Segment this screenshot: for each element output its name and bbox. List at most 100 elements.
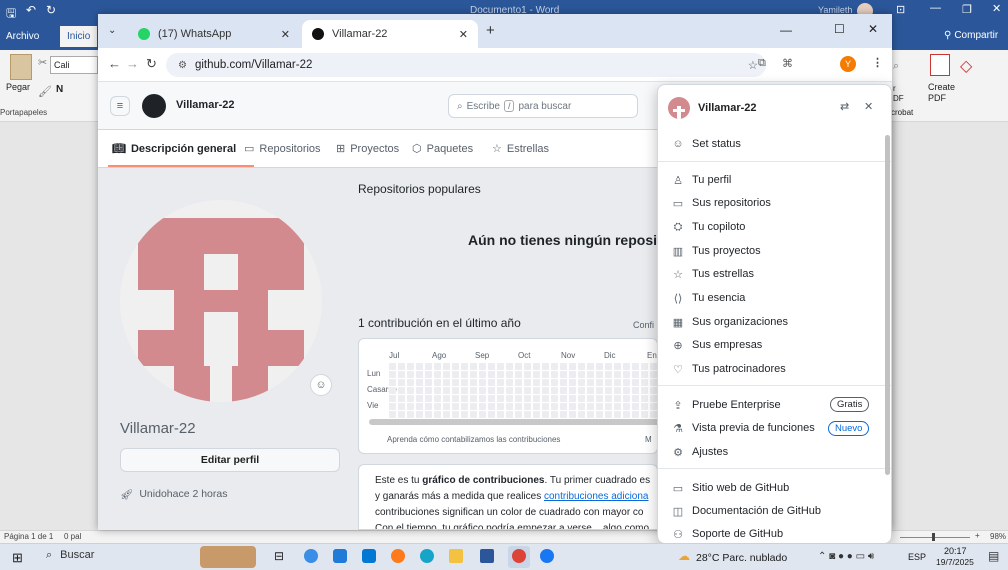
contribution-cell[interactable] <box>434 411 441 418</box>
contribution-cell[interactable] <box>461 379 468 386</box>
contribution-cell[interactable] <box>452 403 459 410</box>
smiley-status-icon[interactable]: ☺ <box>310 374 332 396</box>
contribution-cell[interactable] <box>542 411 549 418</box>
contribution-cell[interactable] <box>524 387 531 394</box>
bold-button[interactable]: N <box>56 84 63 95</box>
contribution-cell[interactable] <box>623 387 630 394</box>
contribution-cell[interactable] <box>560 371 567 378</box>
notifications-icon[interactable]: ▤ <box>988 549 999 563</box>
contribution-cell[interactable] <box>416 371 423 378</box>
contribution-cell[interactable] <box>515 395 522 402</box>
contribution-cell[interactable] <box>443 387 450 394</box>
contribution-cell[interactable] <box>389 371 396 378</box>
contribution-cell[interactable] <box>515 411 522 418</box>
contribution-cell[interactable] <box>434 395 441 402</box>
learn-contributions-link[interactable]: Aprenda cómo contabilizamos las contribu… <box>387 435 560 444</box>
contribution-cell[interactable] <box>569 363 576 370</box>
menu-item-copilot[interactable]: ⛭ Tu copiloto <box>672 218 746 236</box>
menu-item-stars[interactable]: ☆ Tus estrellas <box>672 265 754 283</box>
contribution-cell[interactable] <box>461 387 468 394</box>
contribution-cell[interactable] <box>515 379 522 386</box>
switch-account-icon[interactable]: ⇄ <box>840 100 849 113</box>
contribution-cell[interactable] <box>434 363 441 370</box>
contribution-cell[interactable] <box>560 379 567 386</box>
tab-search-icon[interactable]: ⌄ <box>108 25 116 36</box>
contribution-cell[interactable] <box>560 395 567 402</box>
contribution-cell[interactable] <box>407 411 414 418</box>
contribution-cell[interactable] <box>524 403 531 410</box>
contribution-cell[interactable] <box>587 403 594 410</box>
contribution-cell[interactable] <box>425 387 432 394</box>
contribution-cell[interactable] <box>614 403 621 410</box>
contribution-cell[interactable] <box>578 411 585 418</box>
contribution-cell[interactable] <box>461 395 468 402</box>
create-pdf-label[interactable]: Create PDF <box>928 82 968 104</box>
contribution-cell[interactable] <box>623 395 630 402</box>
contribution-cell[interactable] <box>641 395 648 402</box>
github-logo-icon[interactable] <box>142 94 166 118</box>
contribution-cell[interactable] <box>506 411 513 418</box>
contribution-cell[interactable] <box>443 403 450 410</box>
contribution-cell[interactable] <box>650 379 657 386</box>
contribution-cell[interactable] <box>578 403 585 410</box>
clock-date[interactable]: 19/7/2025 <box>936 557 974 567</box>
contribution-cell[interactable] <box>479 363 486 370</box>
contribution-cell[interactable] <box>497 371 504 378</box>
contribution-cell[interactable] <box>515 371 522 378</box>
contribution-cell[interactable] <box>650 395 657 402</box>
tab-repositories[interactable]: ▭ Repositorios <box>244 142 321 156</box>
contribution-cell[interactable] <box>560 363 567 370</box>
contribution-cell[interactable] <box>533 371 540 378</box>
contribution-cell[interactable] <box>605 363 612 370</box>
contribution-cell[interactable] <box>407 387 414 394</box>
contribution-cell[interactable] <box>551 387 558 394</box>
contribution-cell[interactable] <box>524 395 531 402</box>
contribution-cell[interactable] <box>425 371 432 378</box>
contribution-cell[interactable] <box>569 379 576 386</box>
minimize-icon[interactable]: — <box>780 23 792 37</box>
menu-item-projects[interactable]: ▥ Tus proyectos <box>672 242 761 260</box>
edit-profile-button[interactable]: Editar perfil <box>120 448 340 472</box>
forward-icon[interactable]: → <box>126 56 139 71</box>
reload-icon[interactable]: ↻ <box>146 56 157 72</box>
address-bar[interactable]: ⚙ github.com/Villamar-22 ☆ <box>166 53 766 77</box>
contribution-cell[interactable] <box>416 411 423 418</box>
site-info-icon[interactable]: ⚙ <box>178 60 187 71</box>
contribution-cell[interactable] <box>416 403 423 410</box>
ribbon-display-icon[interactable]: ⊡ <box>896 3 905 16</box>
widgets-icon[interactable] <box>304 549 318 563</box>
cast-icon[interactable]: ⧉ <box>758 57 766 70</box>
contribution-cell[interactable] <box>407 403 414 410</box>
clock-time[interactable]: 20:17 <box>944 546 967 556</box>
contribution-cell[interactable] <box>497 411 504 418</box>
contribution-cell[interactable] <box>398 395 405 402</box>
contribution-cell[interactable] <box>452 371 459 378</box>
tab-overview[interactable]: 📖︎ Descripción general <box>112 142 236 156</box>
contribution-cell[interactable] <box>596 379 603 386</box>
contribution-cell[interactable] <box>614 395 621 402</box>
contribution-cell[interactable] <box>407 379 414 386</box>
tab-stars[interactable]: ☆ Estrellas <box>492 142 549 156</box>
contribution-cell[interactable] <box>389 363 396 370</box>
contribution-cell[interactable] <box>641 371 648 378</box>
contribution-cell[interactable] <box>497 363 504 370</box>
contribution-cell[interactable] <box>461 403 468 410</box>
contribution-cell[interactable] <box>632 411 639 418</box>
menu-item-sponsors[interactable]: ♡ Tus patrocinadores <box>672 360 786 378</box>
contribution-cell[interactable] <box>506 379 513 386</box>
menu-item-gists[interactable]: ⟨⟩ Tu esencia <box>672 289 746 307</box>
menu-item-repositories[interactable]: ▭ Sus repositorios <box>672 194 771 212</box>
contribution-cell[interactable] <box>650 411 657 418</box>
profile-avatar-icon[interactable]: Y <box>840 56 856 72</box>
contribution-cell[interactable] <box>506 371 513 378</box>
contribution-cell[interactable] <box>560 387 567 394</box>
contribution-cell[interactable] <box>434 371 441 378</box>
translate-icon[interactable]: ⌘ <box>782 57 793 70</box>
contribution-cell[interactable] <box>506 387 513 394</box>
contribution-cell[interactable] <box>524 411 531 418</box>
contribution-cell[interactable] <box>587 371 594 378</box>
menu-scrollbar[interactable] <box>885 135 890 475</box>
contribution-cell[interactable] <box>488 371 495 378</box>
contribution-cell[interactable] <box>641 411 648 418</box>
contribution-cell[interactable] <box>488 403 495 410</box>
